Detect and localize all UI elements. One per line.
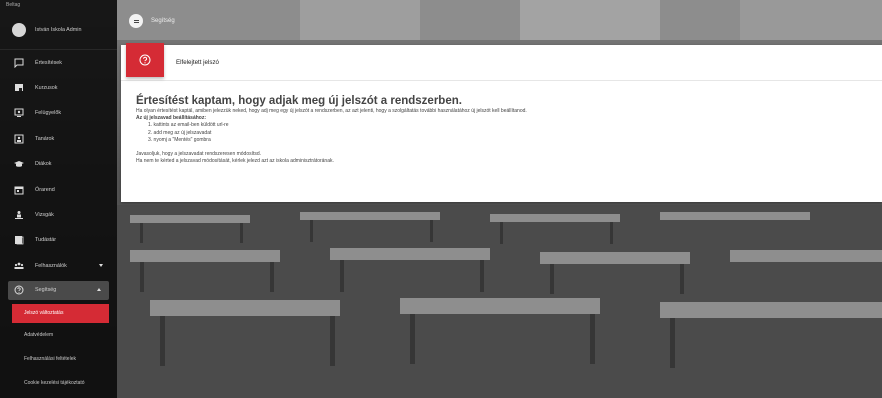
list-item: 1. kattints az email-ben küldött url-re <box>148 122 229 129</box>
sidebar-item-users[interactable]: Felhasználók <box>0 253 117 278</box>
sidebar-item-label: Kurzusok <box>35 85 58 92</box>
chevron-up-icon <box>97 288 101 292</box>
sidebar-item-knowledge-base[interactable]: Tudástár <box>0 228 117 253</box>
user-profile[interactable]: István Iskola Admin <box>0 10 117 50</box>
help-circle-icon <box>139 54 151 66</box>
sidebar-item-help[interactable]: Segítség <box>8 280 109 300</box>
sidebar-item-courses[interactable]: Kurzusok <box>0 75 117 100</box>
sidebar: Beltag István Iskola Admin Értesítések K… <box>0 0 117 398</box>
brand-logo-text: Beltag <box>6 2 21 8</box>
sidebar-item-label: Felügyelők <box>35 110 62 117</box>
help-heading: Értesítést kaptam, hogy adjak meg új jel… <box>136 95 462 107</box>
sidebar-item-label: Tudástár <box>35 237 57 244</box>
sidebar-subitem-password-change[interactable]: Jelszó változtatás <box>12 303 109 323</box>
avatar <box>12 22 26 37</box>
card-header: Elfelejtett jelszó <box>121 43 882 81</box>
steps-list: 1. kattints az email-ben küldött url-re … <box>136 122 882 144</box>
sidebar-item-label: Értesítések <box>35 59 62 66</box>
sidebar-subitem-terms[interactable]: Felhasználási feltételek <box>0 347 117 371</box>
users-group-icon <box>14 262 24 269</box>
sidebar-item-supervisors[interactable]: Felügyelők <box>0 101 117 126</box>
exam-people-icon <box>15 211 23 220</box>
hamburger-icon <box>133 19 139 23</box>
help-circle-icon <box>14 285 24 295</box>
sidebar-item-timetable[interactable]: Órarend <box>0 177 117 202</box>
card-icon-box <box>126 43 164 77</box>
card-body: Értesítést kaptam, hogy adjak meg új jel… <box>121 81 882 165</box>
list-item: 3. nyomj a "Mentés" gombra <box>148 136 211 143</box>
page-title: Segítség <box>151 18 175 24</box>
card-title: Elfelejtett jelszó <box>176 59 219 66</box>
help-note-2: Ha nem te kérted a jelszavad módosítását… <box>136 158 334 165</box>
sidebar-item-label: Diákok <box>35 161 52 168</box>
graduation-cap-icon <box>14 161 24 167</box>
sidebar-item-label: Felhasználók <box>35 262 67 269</box>
sidebar-item-label: Vizsgák <box>35 212 54 219</box>
menu-toggle-button[interactable] <box>129 14 143 28</box>
sidebar-item-exams[interactable]: Vizsgák <box>0 202 117 227</box>
user-name: István Iskola Admin <box>35 26 82 33</box>
library-icon <box>15 236 24 245</box>
sidebar-subitem-cookie-policy[interactable]: Cookie kezelési tájékoztató <box>0 371 117 395</box>
sidebar-item-teachers[interactable]: Tanárok <box>0 126 117 151</box>
help-intro: Ha olyan értesítést kaptál, amiben jelez… <box>136 108 527 114</box>
steps-title: Az új jelszavad beállításához: <box>136 115 207 122</box>
topbar: Segítség <box>117 10 882 32</box>
chat-bubble-icon <box>14 58 24 68</box>
sidebar-item-students[interactable]: Diákok <box>0 152 117 177</box>
list-item: 2. add meg az új jelszavadat <box>148 129 212 136</box>
teacher-board-icon <box>14 134 24 144</box>
help-card: Elfelejtett jelszó Értesítést kaptam, ho… <box>121 43 882 202</box>
help-note-1: Javasoljuk, hogy a jelszavadat rendszere… <box>136 151 262 158</box>
sidebar-item-notifications[interactable]: Értesítések <box>0 50 117 75</box>
supervisor-screen-icon <box>14 108 24 118</box>
sidebar-item-label: Órarend <box>35 186 55 193</box>
sidebar-item-label: Tanárok <box>35 135 55 142</box>
sidebar-item-label: Segítség <box>35 287 57 294</box>
sidebar-subitem-privacy[interactable]: Adatvédelem <box>0 323 117 347</box>
chevron-down-icon <box>99 263 103 267</box>
courses-icon <box>15 84 23 92</box>
calendar-icon <box>14 186 24 195</box>
